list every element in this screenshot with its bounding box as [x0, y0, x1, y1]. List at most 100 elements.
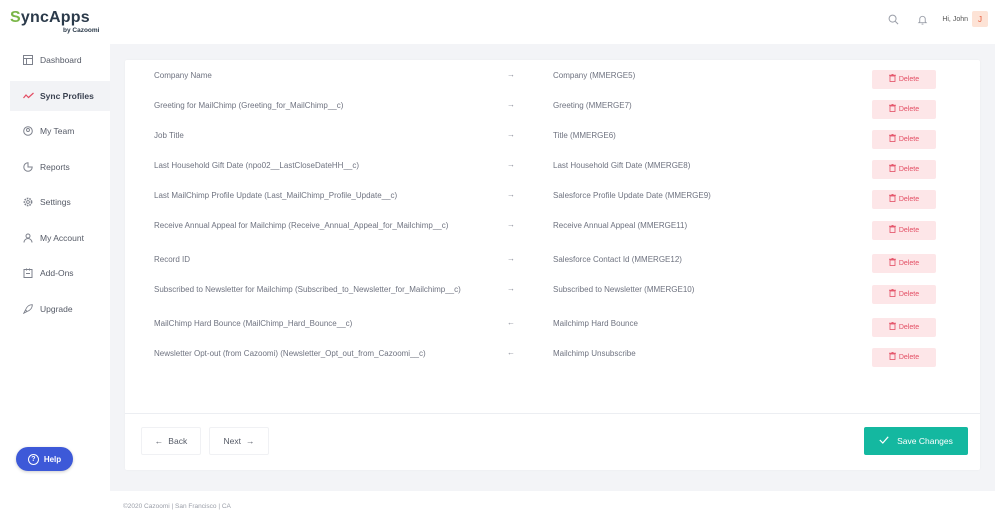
logo-letters-rest: yncApps: [20, 9, 90, 26]
source-field: MailChimp Hard Bounce (MailChimp_Hard_Bo…: [154, 319, 353, 328]
save-changes-label: Save Changes: [897, 436, 953, 446]
target-field: Subscribed to Newsletter (MMERGE10): [553, 285, 695, 294]
help-icon: ?: [27, 453, 39, 465]
sync-direction-arrow: →: [507, 190, 515, 199]
sync-direction-arrow: ←: [507, 348, 515, 357]
source-field: Receive Annual Appeal for Mailchimp (Rec…: [154, 221, 449, 230]
avatar[interactable]: J: [972, 11, 988, 27]
sync-direction-arrow: →: [507, 100, 515, 109]
logo-text: SyncApps: [10, 10, 110, 26]
sync-direction-arrow: →: [507, 70, 515, 79]
sidebar-item-reports[interactable]: Reports: [10, 152, 110, 182]
delete-button[interactable]: Delete: [872, 347, 936, 367]
sidebar-item-add-ons[interactable]: Add-Ons: [10, 258, 110, 288]
next-label: Next: [223, 436, 241, 446]
delete-label: Delete: [898, 353, 920, 361]
dashboard-icon: [22, 54, 34, 66]
delete-label: Delete: [898, 105, 920, 113]
target-field: Mailchimp Hard Bounce: [553, 319, 638, 328]
trash-icon: [888, 322, 896, 332]
delete-button[interactable]: Delete: [872, 317, 936, 337]
delete-label: Delete: [898, 226, 920, 234]
delete-button[interactable]: Delete: [872, 159, 936, 179]
trash-icon: [888, 258, 896, 268]
addons-icon: [22, 267, 34, 279]
delete-button[interactable]: Delete: [872, 99, 936, 119]
mapping-row: MailChimp Hard Bounce (MailChimp_Hard_Bo…: [125, 317, 980, 348]
trash-icon: [888, 352, 896, 362]
delete-button[interactable]: Delete: [872, 253, 936, 273]
team-icon: [22, 125, 34, 137]
sidebar-item-label: Settings: [40, 197, 71, 207]
bell-icon[interactable]: [913, 10, 931, 28]
delete-button[interactable]: Delete: [872, 220, 936, 240]
sidebar-item-my-team[interactable]: My Team: [10, 116, 110, 146]
sync-direction-arrow: →: [507, 254, 515, 263]
card-divider: [125, 413, 980, 414]
sidebar-item-dashboard[interactable]: Dashboard: [10, 45, 110, 75]
delete-button[interactable]: Delete: [872, 129, 936, 149]
delete-button[interactable]: Delete: [872, 189, 936, 209]
source-field: Job Title: [154, 131, 184, 140]
source-field: Record ID: [154, 255, 191, 264]
copyright-text: ©2020 Cazoomi | San Francisco | CA: [123, 503, 231, 510]
delete-label: Delete: [898, 290, 920, 298]
delete-label: Delete: [898, 165, 920, 173]
back-button[interactable]: ← Back: [141, 427, 201, 455]
source-field: Last MailChimp Profile Update (Last_Mail…: [154, 191, 398, 200]
mapping-row: Newsletter Opt-out (from Cazoomi) (Newsl…: [125, 347, 980, 378]
logo-letter-s: S: [10, 9, 21, 26]
next-button[interactable]: Next →: [209, 427, 269, 455]
sidebar-item-my-account[interactable]: My Account: [10, 223, 110, 253]
sync-profiles-icon: [22, 90, 34, 102]
sidebar-item-upgrade[interactable]: Upgrade: [10, 294, 110, 324]
delete-label: Delete: [898, 323, 920, 331]
source-field: Company Name: [154, 71, 212, 80]
mapping-row: Record ID → Salesforce Contact Id (MMERG…: [125, 253, 980, 284]
mapping-row: Company Name → Company (MMERGE5) Delete: [125, 69, 980, 100]
mapping-row: Receive Annual Appeal for Mailchimp (Rec…: [125, 220, 980, 254]
help-button[interactable]: ? Help: [16, 447, 73, 471]
help-label: Help: [43, 454, 62, 464]
sidebar-item-sync-profiles[interactable]: Sync Profiles: [10, 81, 110, 111]
target-field: Last Household Gift Date (MMERGE8): [553, 161, 691, 170]
target-field: Salesforce Contact Id (MMERGE12): [553, 255, 682, 264]
mapping-row: Greeting for MailChimp (Greeting_for_Mai…: [125, 99, 980, 130]
sidebar-item-label: Upgrade: [40, 304, 73, 314]
rocket-icon: [22, 303, 34, 315]
syncapps-logo[interactable]: SyncApps by Cazoomi: [10, 10, 110, 36]
back-label: Back: [168, 436, 188, 446]
source-field: Last Household Gift Date (npo02__LastClo…: [154, 161, 360, 170]
arrow-right-icon: →: [245, 436, 255, 446]
sync-direction-arrow: ←: [507, 318, 515, 327]
sync-direction-arrow: →: [507, 130, 515, 139]
sidebar-item-label: Dashboard: [40, 55, 82, 65]
save-changes-button[interactable]: Save Changes: [864, 427, 968, 455]
sync-direction-arrow: →: [507, 220, 515, 229]
sync-direction-arrow: →: [507, 160, 515, 169]
target-field: Salesforce Profile Update Date (MMERGE9): [553, 191, 711, 200]
mapping-row: Last Household Gift Date (npo02__LastClo…: [125, 159, 980, 190]
trash-icon: [888, 225, 896, 235]
gear-icon: [22, 196, 34, 208]
delete-button[interactable]: Delete: [872, 69, 936, 89]
delete-label: Delete: [898, 135, 920, 143]
user-icon: [22, 232, 34, 244]
search-icon[interactable]: [884, 10, 902, 28]
target-field: Receive Annual Appeal (MMERGE11): [553, 221, 688, 230]
mapping-row: Job Title → Title (MMERGE6) Delete: [125, 129, 980, 160]
sidebar-item-label: Reports: [40, 162, 70, 172]
delete-button[interactable]: Delete: [872, 284, 936, 304]
target-field: Greeting (MMERGE7): [553, 101, 632, 110]
mapping-row: Last MailChimp Profile Update (Last_Mail…: [125, 189, 980, 220]
trash-icon: [888, 104, 896, 114]
sidebar-item-settings[interactable]: Settings: [10, 187, 110, 217]
target-field: Company (MMERGE5): [553, 71, 636, 80]
field-mapping-card: Company Name → Company (MMERGE5) Delete …: [125, 60, 980, 470]
trash-icon: [888, 289, 896, 299]
sidebar-item-label: Sync Profiles: [40, 91, 94, 101]
trash-icon: [888, 164, 896, 174]
reports-icon: [22, 161, 34, 173]
arrow-left-icon: ←: [154, 436, 164, 446]
check-icon: [879, 436, 889, 446]
